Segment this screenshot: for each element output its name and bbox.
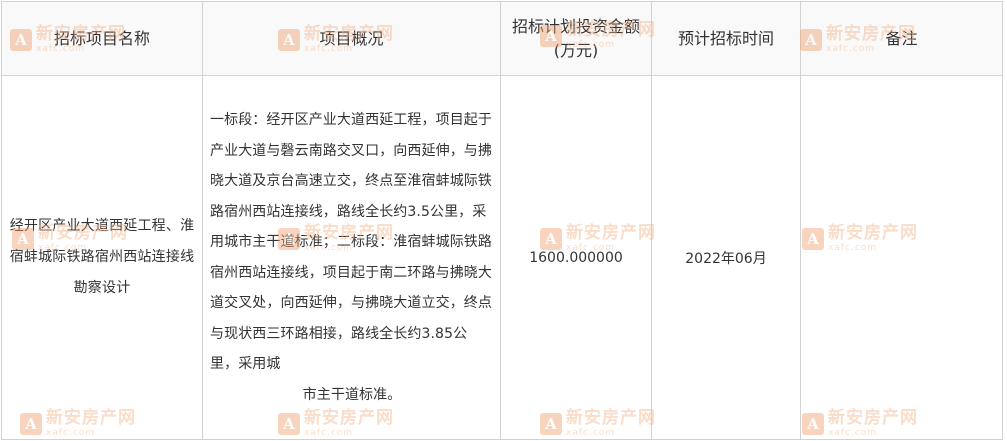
cell-remark [800, 75, 1003, 440]
cell-investment: 1600.000000 [500, 75, 652, 440]
header-overview: 项目概况 [202, 1, 501, 76]
header-time: 预计招标时间 [651, 1, 801, 76]
header-investment: 招标计划投资金额(万元) [500, 1, 652, 76]
overview-main-text: 一标段：经开区产业大道西延工程，项目起于产业大道与磬云南路交叉口，向西延伸，与拂… [210, 112, 492, 372]
page: 招标项目名称 项目概况 招标计划投资金额(万元) 预计招标时间 备注 经开区产业… [0, 0, 1007, 441]
table-row: 经开区产业大道西延工程、淮宿蚌城际铁路宿州西站连接线勘察设计 一标段：经开区产业… [1, 75, 1003, 440]
header-investment-label: 招标计划投资金额(万元) [511, 16, 640, 60]
bidding-table: 招标项目名称 项目概况 招标计划投资金额(万元) 预计招标时间 备注 经开区产业… [1, 1, 1003, 440]
table-header-row: 招标项目名称 项目概况 招标计划投资金额(万元) 预计招标时间 备注 [1, 1, 1003, 76]
overview-text: 一标段：经开区产业大道西延工程，项目起于产业大道与磬云南路交叉口，向西延伸，与拂… [203, 105, 500, 410]
cell-project-name: 经开区产业大道西延工程、淮宿蚌城际铁路宿州西站连接线勘察设计 [1, 75, 203, 440]
header-remark: 备注 [800, 1, 1003, 76]
cell-time: 2022年06月 [651, 75, 801, 440]
cell-overview: 一标段：经开区产业大道西延工程，项目起于产业大道与磬云南路交叉口，向西延伸，与拂… [202, 75, 501, 440]
header-project-name: 招标项目名称 [1, 1, 203, 76]
project-name-text: 经开区产业大道西延工程、淮宿蚌城际铁路宿州西站连接线勘察设计 [9, 218, 195, 296]
overview-end-text: 市主干道标准。 [302, 386, 402, 403]
